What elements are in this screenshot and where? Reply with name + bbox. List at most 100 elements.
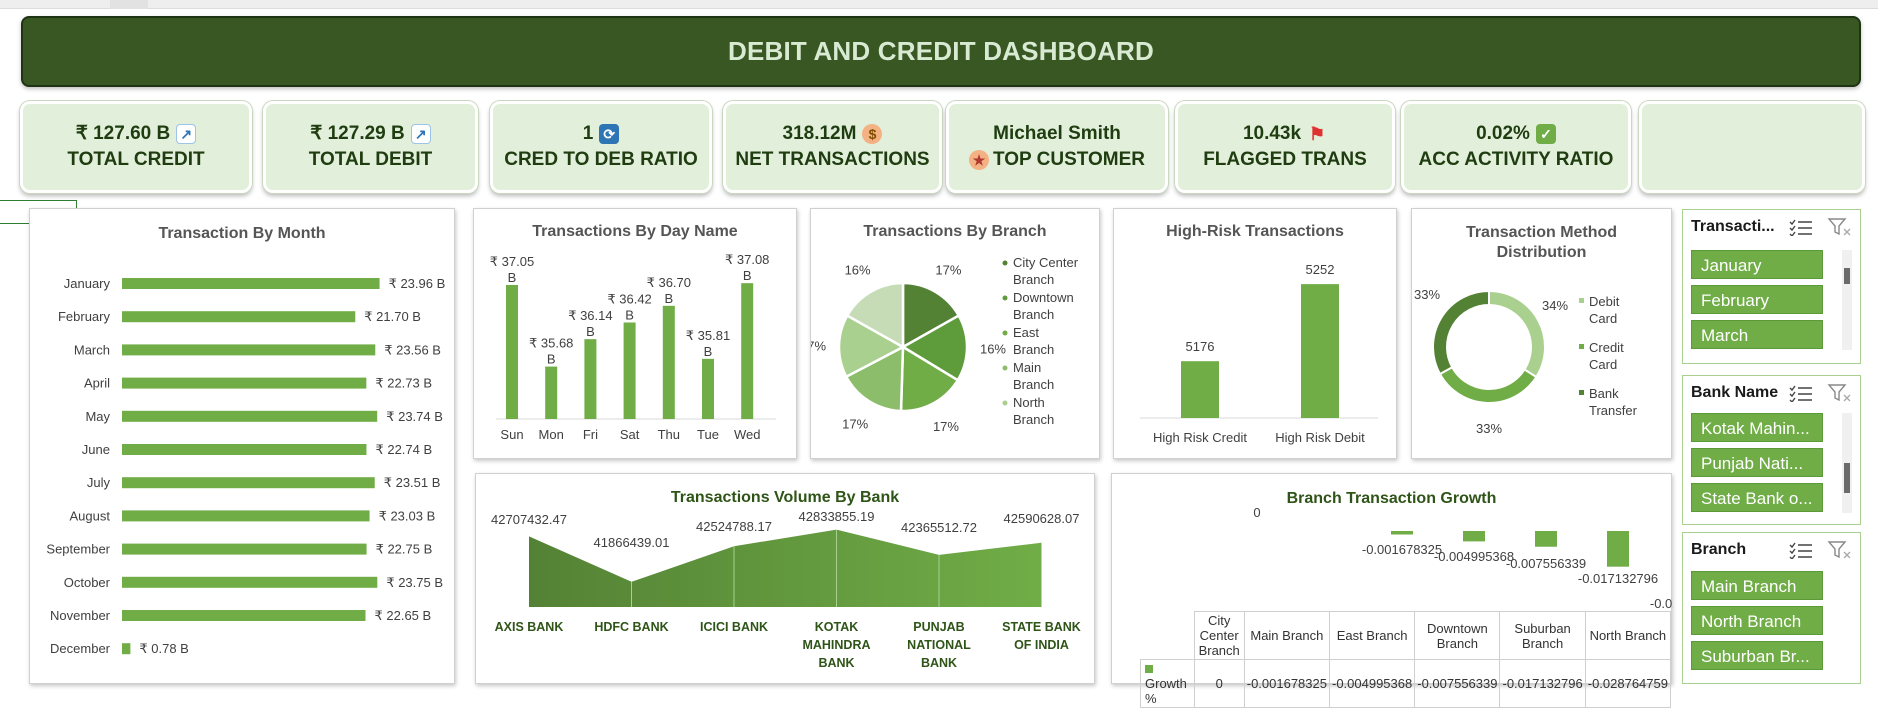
table-header: Downtown Branch <box>1414 611 1501 660</box>
kpi-value: 1 <box>582 123 594 144</box>
table-header: Main Branch <box>1243 611 1330 660</box>
branch-pie-chart: 17% 16% 17% 17% 17% 16% City Center Branch Downt… <box>811 255 1079 434</box>
table-cell: -0.017132796 <box>1499 659 1586 708</box>
kpi-label: CRED TO DEB RATIO <box>504 149 698 170</box>
donut-data-label: 33% <box>1414 287 1440 302</box>
multi-select-icon[interactable] <box>1788 216 1814 238</box>
multi-select-icon[interactable] <box>1788 382 1814 404</box>
slicer-item[interactable]: Main Branch <box>1691 571 1823 600</box>
kpi-acc-activity-ratio: 0.02% ✓ ACC ACTIVITY RATIO <box>1401 101 1631 193</box>
kpi-value: 0.02% <box>1476 123 1530 144</box>
day-data-label-unit: B <box>547 352 556 367</box>
slicer-item[interactable]: State Bank o... <box>1691 483 1823 512</box>
kpi-label: FLAGGED TRANS <box>1203 149 1367 170</box>
legend-label-cont: Card <box>1589 311 1617 326</box>
slicer-scrollbar[interactable] <box>1842 413 1852 513</box>
month-bar <box>122 477 375 489</box>
month-data-label: ₹ 22.74 B <box>375 442 432 457</box>
day-data-label: ₹ 36.42 <box>607 291 651 306</box>
panel-high-risk: High-Risk Transactions 5176 High Risk Cre… <box>1113 208 1397 459</box>
slicer-item[interactable]: Punjab Nati... <box>1691 448 1823 477</box>
day-data-label-unit: B <box>743 268 752 283</box>
day-tick-label: Tue <box>697 427 719 442</box>
legend-label: Downtown <box>1013 290 1074 305</box>
slicer-item[interactable]: North Branch <box>1691 606 1823 635</box>
volume-tick-label: BANK <box>921 656 957 670</box>
slicer-item[interactable]: Kotak Mahin... <box>1691 413 1823 442</box>
slicer-item[interactable]: March <box>1691 320 1823 349</box>
legend-marker <box>1002 295 1008 301</box>
red-flag-icon: ⚑ <box>1308 124 1326 144</box>
table-corner <box>1141 612 1195 660</box>
month-tick-label: April <box>84 376 110 391</box>
legend-label: Bank <box>1589 386 1619 401</box>
chart-increasing-icon: ↗ <box>410 124 431 144</box>
legend-marker <box>1579 298 1584 303</box>
growth-bar <box>1391 531 1413 535</box>
clear-filter-icon[interactable] <box>1826 539 1852 561</box>
month-data-label: ₹ 22.73 B <box>375 376 432 391</box>
growth-data-label: -0.004995368 <box>1434 549 1514 564</box>
growth-data-label: -0.028764759 <box>1650 596 1673 611</box>
multi-select-icon[interactable] <box>1788 539 1814 561</box>
legend-label: Main <box>1013 360 1041 375</box>
volume-data-label: 42590628.07 <box>1004 511 1080 526</box>
month-data-label: ₹ 23.03 B <box>379 508 436 523</box>
month-tick-label: October <box>64 575 111 590</box>
growth-data-table: City Center Branch Main Branch East Bran… <box>1140 611 1672 708</box>
volume-area-chart: 42707432.47 41866439.01 42524788.17 4283385… <box>491 509 1081 670</box>
pie-data-label: 17% <box>842 416 868 431</box>
day-data-label-unit: B <box>586 324 595 339</box>
donut-slice <box>1488 289 1546 379</box>
legend-label-cont: Branch <box>1013 307 1054 322</box>
slicer-bank-name: Bank Name Kotak Mahin... Punjab Nati... … <box>1682 375 1861 525</box>
scroll-thumb[interactable] <box>1844 463 1850 493</box>
money-bag-icon: $ <box>862 124 883 144</box>
legend-label-cont: Branch <box>1013 377 1054 392</box>
volume-data-label: 42365512.72 <box>901 520 977 535</box>
month-data-label: ₹ 23.56 B <box>384 342 441 357</box>
high-risk-bar-chart: 5176 High Risk Credit 5252 High Risk Debit <box>1140 262 1378 445</box>
donut-slice <box>1432 289 1490 376</box>
clear-filter-icon[interactable] <box>1826 216 1852 238</box>
table-cell: 0 <box>1193 659 1245 708</box>
table-cell: -0.001678325 <box>1243 659 1330 708</box>
slicer-item[interactable]: February <box>1691 285 1823 314</box>
slicer-item[interactable]: Suburban Br... <box>1691 641 1823 670</box>
donut-data-label: 33% <box>1476 421 1502 436</box>
day-bar <box>623 322 636 419</box>
month-tick-label: November <box>50 608 111 623</box>
volume-tick-label: ICICI BANK <box>700 620 768 634</box>
month-data-label: ₹ 22.65 B <box>374 608 431 623</box>
slicer-scrollbar[interactable] <box>1842 250 1852 350</box>
day-tick-label: Sun <box>500 427 523 442</box>
table-header: Suburban Branch <box>1499 611 1586 660</box>
day-bar <box>584 339 597 419</box>
kpi-value: 10.43k <box>1242 123 1302 144</box>
kpi-label: TOTAL DEBIT <box>308 149 433 170</box>
legend-marker <box>1579 344 1584 349</box>
legend-label-cont: Branch <box>1013 342 1054 357</box>
tab-stub <box>110 0 148 9</box>
volume-tick-label: NATIONAL <box>907 638 971 652</box>
volume-data-label: 42707432.47 <box>491 512 567 527</box>
kpi-net-transactions: 318.12M $ NET TRANSACTIONS <box>723 101 942 193</box>
slicer-title: Transacti... <box>1691 218 1775 235</box>
legend-marker <box>1579 390 1584 395</box>
day-tick-label: Wed <box>734 427 761 442</box>
slicer-item[interactable]: January <box>1691 250 1823 279</box>
scroll-thumb[interactable] <box>1844 268 1850 284</box>
panel-method: Transaction Method Distribution 34% 33% 33… <box>1411 208 1672 459</box>
month-bar <box>122 444 367 455</box>
title-banner: DEBIT AND CREDIT DASHBOARD <box>21 16 1861 87</box>
clear-filter-icon[interactable] <box>1826 382 1852 404</box>
panel-by-month: Transaction By Month January ₹ 23.96 B Feb… <box>29 208 455 684</box>
kpi-total-debit: ₹ 127.29 B ↗ TOTAL DEBIT <box>263 101 478 193</box>
month-data-label: ₹ 0.78 B <box>139 641 188 656</box>
month-bar <box>122 543 367 555</box>
slicer-title: Bank Name <box>1691 384 1779 401</box>
slicer-branch: Branch Main Branch North Branch Suburban… <box>1682 532 1861 684</box>
month-bar <box>122 576 378 588</box>
growth-data-label: -0.007556339 <box>1506 556 1586 571</box>
legend-marker <box>1002 260 1008 266</box>
